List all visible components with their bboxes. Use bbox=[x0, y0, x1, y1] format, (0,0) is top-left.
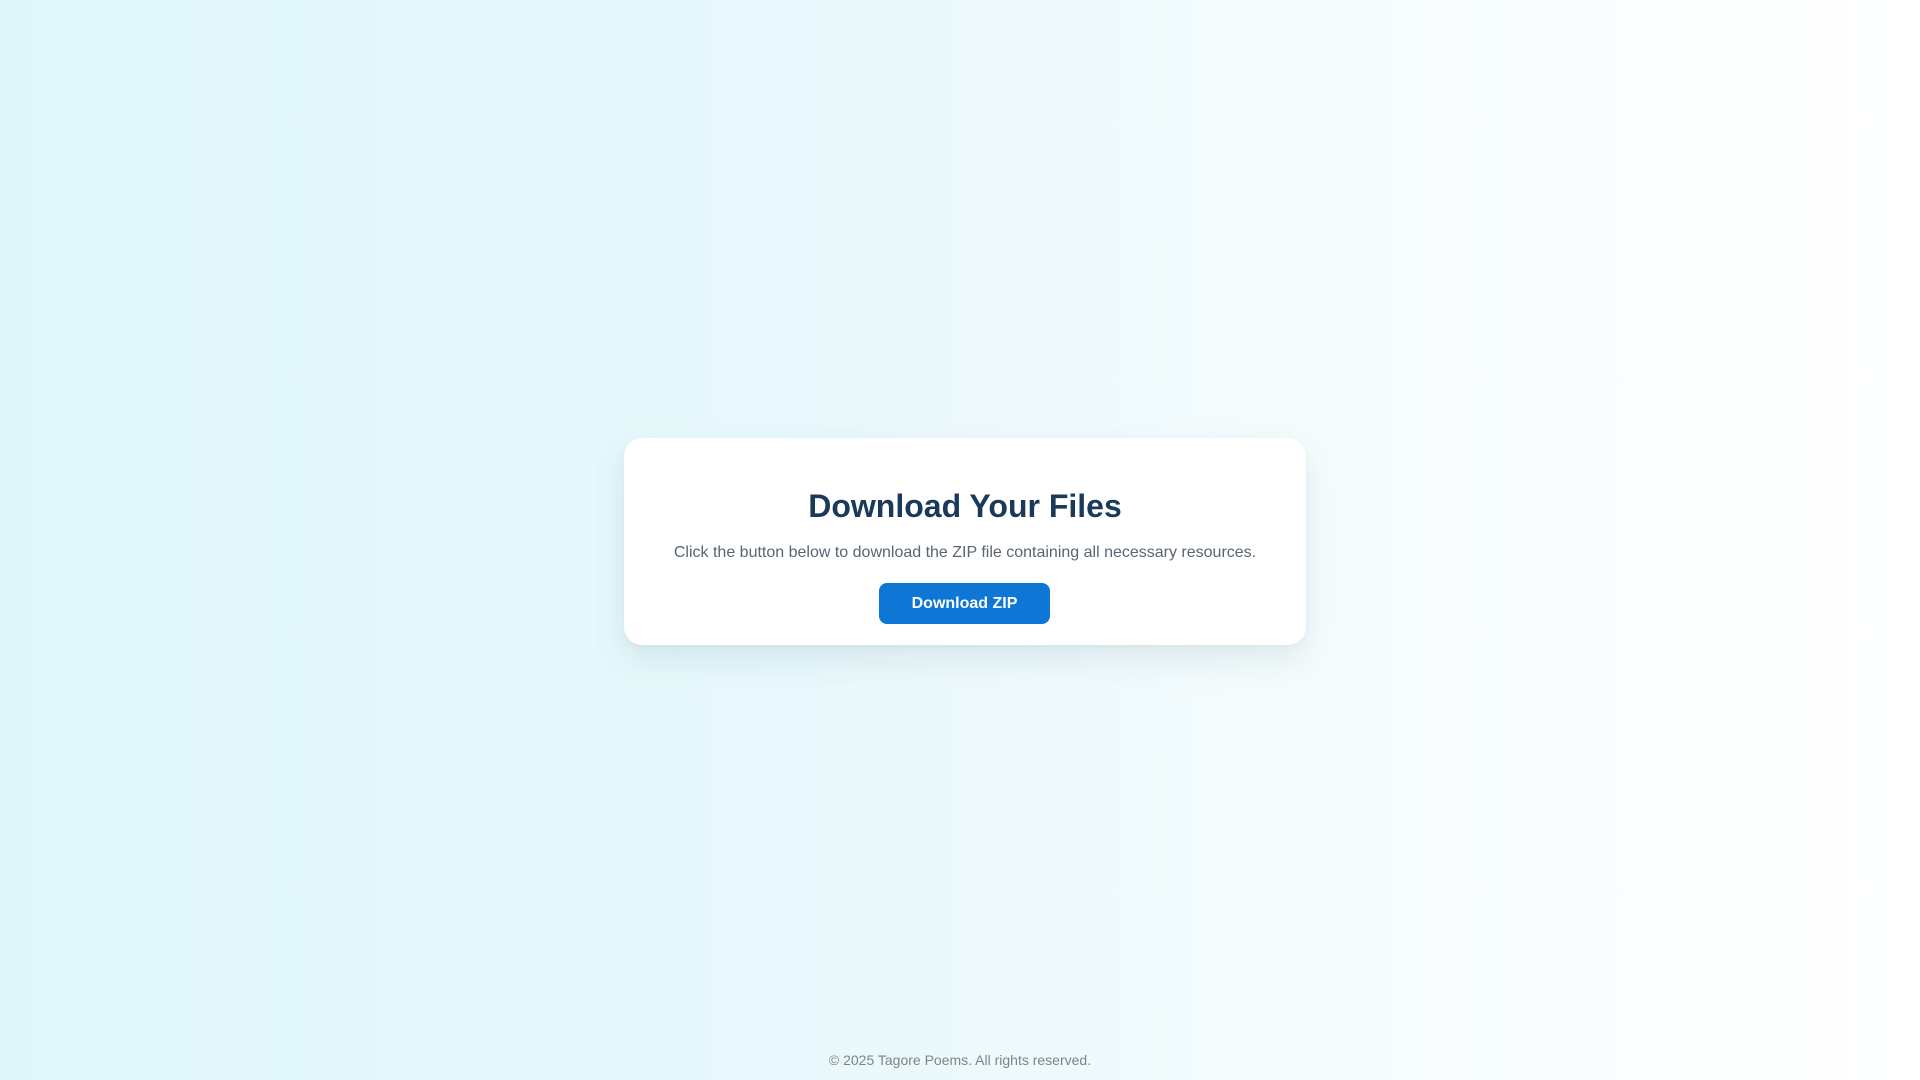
download-card: Download Your Files Click the button bel… bbox=[624, 438, 1306, 645]
card-title: Download Your Files bbox=[808, 488, 1122, 524]
download-zip-button[interactable]: Download ZIP bbox=[879, 583, 1050, 624]
card-description: Click the button below to download the Z… bbox=[673, 544, 1257, 561]
page: { "card": { "title": "Download Your File… bbox=[0, 0, 1920, 1080]
footer-copyright: © 2025 Tagore Poems. All rights reserved… bbox=[828, 1052, 1092, 1068]
